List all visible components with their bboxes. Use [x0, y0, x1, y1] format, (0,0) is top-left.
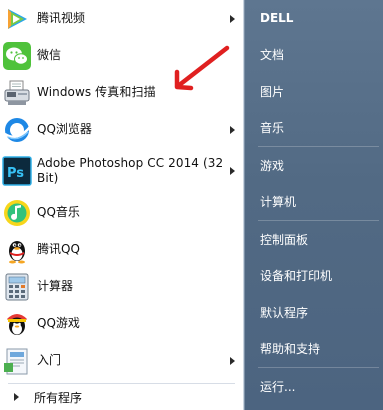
- right-item-label: 游戏: [260, 158, 285, 173]
- right-item-label: 默认程序: [260, 305, 309, 320]
- right-item-run[interactable]: 运行...: [252, 368, 383, 405]
- program-label: 腾讯QQ: [37, 242, 80, 256]
- right-item-music[interactable]: 音乐: [252, 110, 383, 147]
- program-item-tencent-video[interactable]: 腾讯视频: [0, 0, 243, 37]
- places-pane: DELL 文档 图片 音乐 游戏 计算机 控制面板 设备和打印机 默认程序 帮助…: [244, 0, 383, 410]
- right-item-label: 运行...: [260, 379, 296, 394]
- right-item-label: 音乐: [260, 121, 285, 136]
- right-item-label: 文档: [260, 48, 285, 63]
- right-item-documents[interactable]: 文档: [252, 37, 383, 74]
- right-item-label: DELL: [260, 11, 294, 26]
- qq-browser-icon: [2, 115, 32, 145]
- program-item-qq-game[interactable]: QQ游戏: [0, 305, 243, 342]
- qq-penguin-icon: [2, 235, 32, 265]
- right-item-label: 设备和打印机: [260, 269, 333, 284]
- submenu-arrow-icon: [230, 167, 235, 175]
- submenu-arrow-icon: [230, 14, 235, 23]
- submenu-arrow-icon: [230, 356, 235, 365]
- getting-started-icon: [2, 346, 32, 376]
- program-item-qq-music[interactable]: QQ音乐: [0, 194, 243, 231]
- fax-scanner-icon: [2, 78, 32, 108]
- wechat-icon: [2, 41, 32, 71]
- places-list: DELL 文档 图片 音乐 游戏 计算机 控制面板 设备和打印机 默认程序 帮助…: [244, 0, 383, 405]
- program-label: Windows 传真和扫描: [37, 85, 156, 99]
- program-item-qq-browser[interactable]: QQ浏览器: [0, 111, 243, 148]
- qq-music-icon: [2, 198, 32, 228]
- right-item-default-programs[interactable]: 默认程序: [252, 294, 383, 331]
- program-item-calculator[interactable]: 计算器: [0, 268, 243, 305]
- right-item-devices-printers[interactable]: 设备和打印机: [252, 258, 383, 295]
- right-item-computer[interactable]: 计算机: [252, 184, 383, 221]
- tencent-video-icon: [2, 4, 32, 34]
- program-label: 入门: [37, 353, 62, 367]
- program-item-photoshop[interactable]: Ps Adobe Photoshop CC 2014 (32 Bit): [0, 148, 243, 194]
- program-list-pane: 腾讯视频 微信 Windows 传真和扫描 QQ浏览器 Ps Adobe Pho…: [0, 0, 244, 410]
- all-programs-label: 所有程序: [34, 390, 83, 405]
- right-item-label: 帮助和支持: [260, 342, 321, 357]
- program-label: QQ音乐: [37, 205, 80, 219]
- qq-game-icon: [2, 309, 32, 339]
- right-item-control-panel[interactable]: 控制面板: [252, 221, 383, 258]
- program-label: 微信: [37, 48, 62, 62]
- photoshop-icon: Ps: [2, 156, 32, 186]
- start-menu: 腾讯视频 微信 Windows 传真和扫描 QQ浏览器 Ps Adobe Pho…: [0, 0, 383, 410]
- right-item-dell[interactable]: DELL: [252, 0, 383, 37]
- right-item-label: 图片: [260, 84, 285, 99]
- program-label: QQ浏览器: [37, 122, 92, 136]
- calculator-icon: [2, 272, 32, 302]
- right-item-pictures[interactable]: 图片: [252, 73, 383, 110]
- right-item-label: 控制面板: [260, 232, 309, 247]
- right-item-label: 计算机: [260, 195, 297, 210]
- program-label: QQ游戏: [37, 316, 80, 330]
- arrow-right-icon: [14, 393, 19, 401]
- right-item-help-support[interactable]: 帮助和支持: [252, 331, 383, 368]
- svg-text:Ps: Ps: [7, 166, 24, 181]
- program-item-tencent-qq[interactable]: 腾讯QQ: [0, 231, 243, 268]
- program-item-getting-started[interactable]: 入门: [0, 342, 243, 379]
- program-label: Adobe Photoshop CC 2014 (32 Bit): [37, 156, 224, 185]
- submenu-arrow-icon: [230, 125, 235, 134]
- right-item-games[interactable]: 游戏: [252, 147, 383, 184]
- program-label: 计算器: [37, 279, 74, 293]
- all-programs-button[interactable]: 所有程序: [0, 384, 244, 410]
- program-label: 腾讯视频: [37, 11, 86, 25]
- red-annotation-arrow-icon: [174, 45, 230, 91]
